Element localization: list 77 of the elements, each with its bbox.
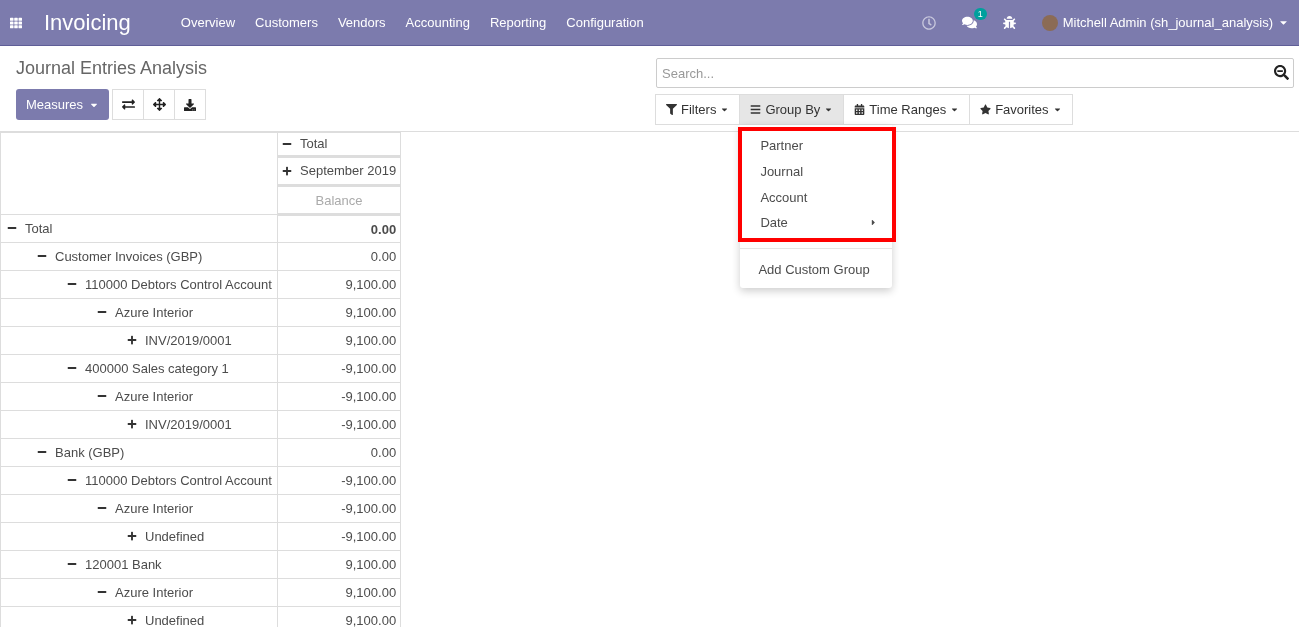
swap-arrows-icon [121, 98, 135, 111]
expand-all-button[interactable] [143, 89, 176, 120]
chat-icon[interactable] [961, 15, 977, 30]
caret-icon [824, 105, 834, 114]
dropdown-item[interactable]: Journal [742, 158, 893, 185]
row-header[interactable]: 120001 Bank [0, 550, 278, 579]
caret-icon [950, 105, 960, 114]
caret-icon [1052, 105, 1062, 114]
row-header[interactable]: INV/2019/0001 [0, 410, 278, 439]
column-header[interactable]: September 2019 [277, 156, 401, 186]
move-arrows-icon [152, 98, 166, 111]
table-cell: 0.00 [277, 242, 401, 271]
nav-menu-item[interactable]: Configuration [556, 15, 654, 30]
search-option-button[interactable]: Group By [739, 94, 845, 125]
user-avatar [1041, 14, 1058, 31]
row-header[interactable]: 110000 Debtors Control Account [0, 270, 278, 299]
table-cell: -9,100.00 [277, 354, 401, 383]
plus-icon[interactable] [282, 165, 292, 176]
table-cell: 9,100.00 [277, 326, 401, 355]
row-header[interactable]: Azure Interior [0, 298, 278, 327]
column-header[interactable]: Total [277, 132, 401, 157]
nav-menu-item[interactable]: Accounting [395, 15, 480, 30]
table-cell: 9,100.00 [277, 578, 401, 607]
table-cell: -9,100.00 [277, 466, 401, 495]
bug-icon[interactable] [1002, 16, 1016, 29]
row-header[interactable]: Azure Interior [0, 494, 278, 523]
apps-menu-icon[interactable] [10, 16, 22, 29]
plus-icon[interactable] [127, 531, 137, 542]
row-header[interactable]: Customer Invoices (GBP) [0, 242, 278, 271]
caret-icon [720, 105, 730, 114]
search-option-button[interactable]: Favorites [969, 94, 1073, 125]
plus-icon[interactable] [127, 615, 137, 626]
download-button[interactable] [174, 89, 207, 120]
plus-icon[interactable] [127, 419, 137, 430]
nav-menu-item[interactable]: Reporting [479, 15, 557, 30]
row-header[interactable]: Bank (GBP) [0, 438, 278, 467]
flip-axis-button[interactable] [112, 89, 145, 120]
dropdown-item[interactable]: Add Custom Group [740, 256, 893, 283]
measures-button[interactable]: Measures [16, 89, 110, 120]
row-header[interactable]: Undefined [0, 522, 278, 551]
plus-icon[interactable] [127, 335, 137, 346]
row-header[interactable]: INV/2019/0001 [0, 326, 278, 355]
row-header[interactable]: 400000 Sales category 1 [0, 354, 278, 383]
table-cell: 0.00 [277, 214, 401, 243]
row-header[interactable]: Azure Interior [0, 578, 278, 607]
download-icon [184, 98, 197, 111]
row-header[interactable]: Azure Interior [0, 382, 278, 411]
table-cell: 9,100.00 [277, 270, 401, 299]
nav-menu-item[interactable]: Vendors [327, 15, 396, 30]
table-cell: 9,100.00 [277, 298, 401, 327]
star-icon [980, 104, 992, 115]
search-icon[interactable] [1274, 65, 1289, 80]
table-cell: -9,100.00 [277, 522, 401, 551]
row-header[interactable]: Undefined [0, 606, 278, 627]
search-field[interactable]: Search... [656, 58, 1294, 88]
calendar-icon [854, 104, 866, 115]
filter-icon [666, 104, 677, 115]
dropdown-item[interactable]: Date [742, 210, 893, 236]
message-count-badge: 1 [973, 8, 987, 20]
table-cell: -9,100.00 [277, 410, 401, 439]
measure-header: Balance [277, 185, 401, 215]
page-title: Journal Entries Analysis [16, 58, 208, 79]
nav-menu-item[interactable]: Customers [245, 15, 328, 30]
table-cell: -9,100.00 [277, 382, 401, 411]
list-icon [750, 104, 762, 115]
user-name[interactable]: Mitchell Admin (sh_journal_analysis) [1062, 15, 1273, 30]
table-cell: 0.00 [277, 438, 401, 467]
dropdown-item[interactable]: Partner [742, 133, 893, 159]
nav-menu-item[interactable]: Overview [170, 15, 246, 30]
row-header[interactable]: Total [0, 214, 278, 243]
table-cell: -9,100.00 [277, 494, 401, 523]
row-header[interactable]: 110000 Debtors Control Account [0, 466, 278, 495]
app-title: Invoicing [44, 9, 131, 36]
search-option-button[interactable]: Filters [655, 94, 741, 125]
table-cell: 9,100.00 [277, 550, 401, 579]
search-option-button[interactable]: Time Ranges [843, 94, 971, 125]
dropdown-item[interactable]: Account [742, 184, 893, 211]
